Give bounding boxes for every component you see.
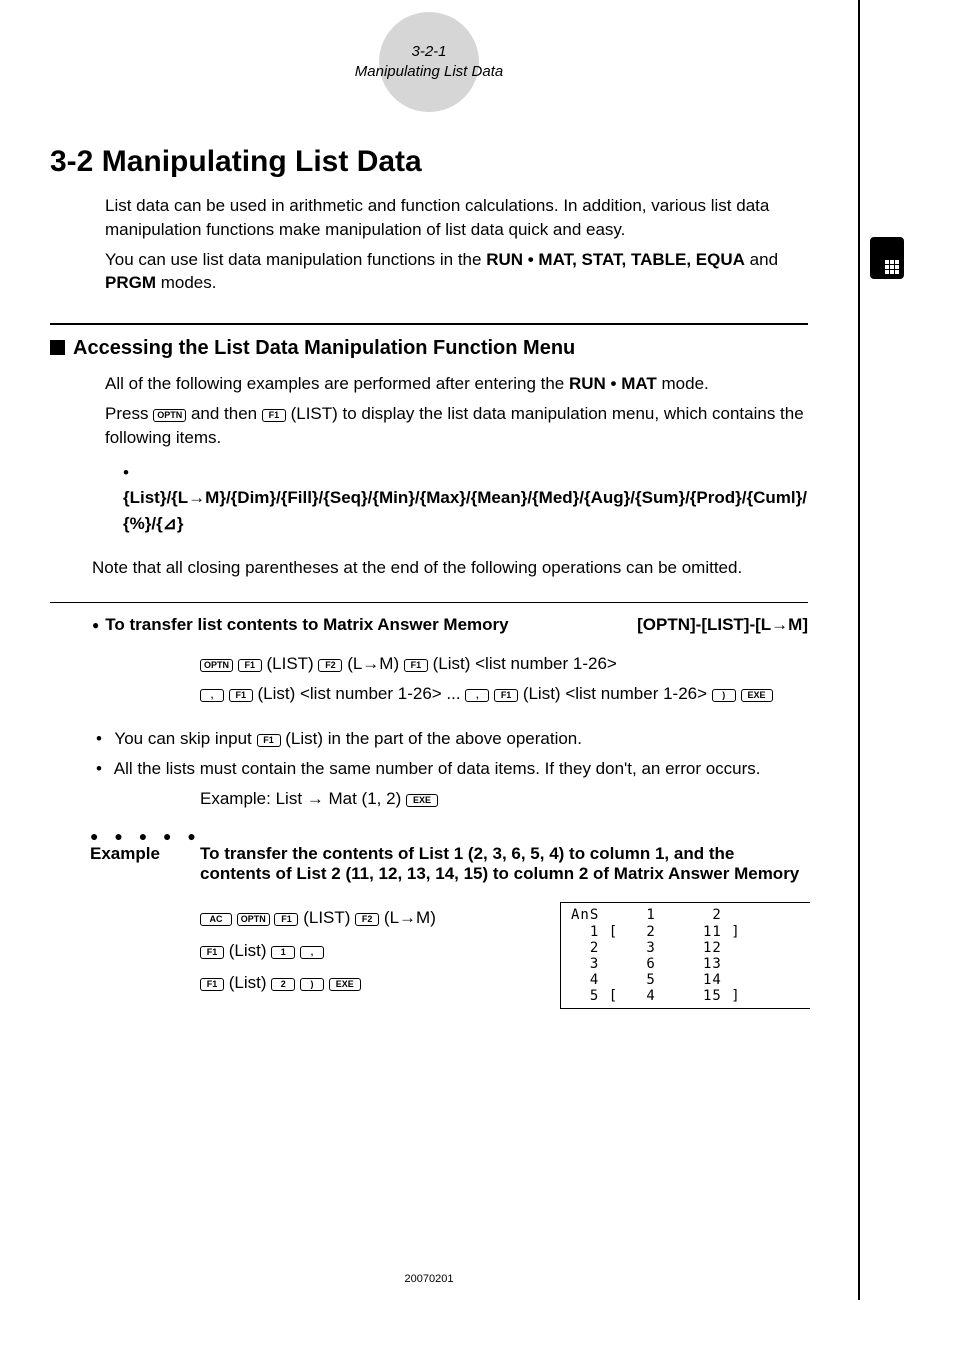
f1-key: F1: [262, 409, 286, 422]
section-p2: Press OPTN and then F1 (LIST) to display…: [105, 402, 808, 450]
comma-key: ,: [465, 689, 489, 702]
comma-key: ,: [300, 946, 324, 959]
closing-note: Note that all closing parentheses at the…: [92, 556, 808, 580]
footer-date: 20070201: [0, 1273, 858, 1285]
exe-key: EXE: [329, 978, 361, 991]
f1-key: F1: [257, 734, 281, 747]
note-item: All the lists must contain the same numb…: [110, 757, 808, 811]
close-key: ): [712, 689, 736, 702]
f2-key: F2: [355, 913, 379, 926]
intro-p2: You can use list data manipulation funct…: [105, 248, 808, 296]
section-heading: Accessing the List Data Manipulation Fun…: [50, 337, 808, 360]
one-key: 1: [271, 946, 295, 959]
two-key: 2: [271, 978, 295, 991]
f1-key: F1: [200, 978, 224, 991]
page-header: 3-2-1 Manipulating List Data: [50, 20, 808, 100]
f1-key: F1: [238, 659, 262, 672]
calculator-icon: [870, 237, 904, 279]
f1-key: F1: [274, 913, 298, 926]
calculator-screen: AnS 1 2 1 [ 2 11 ] 2 3 12 3 6 13 4 5 14 …: [560, 902, 810, 1009]
comma-key: ,: [200, 689, 224, 702]
f1-key: F1: [200, 946, 224, 959]
example-text: To transfer the contents of List 1 (2, 3…: [200, 844, 808, 884]
f1-key: F1: [404, 659, 428, 672]
close-key: ): [300, 978, 324, 991]
optn-key: OPTN: [153, 409, 186, 422]
f1-key: F1: [229, 689, 253, 702]
f1-key: F1: [494, 689, 518, 702]
section-p1: All of the following examples are perfor…: [105, 372, 808, 396]
chapter-title: 3-2 Manipulating List Data: [50, 145, 808, 179]
header-title: Manipulating List Data: [50, 62, 808, 82]
intro-p1: List data can be used in arithmetic and …: [105, 194, 808, 242]
subsection-title: To transfer list contents to Matrix Answ…: [92, 615, 509, 635]
exe-key: EXE: [406, 794, 438, 807]
divider: [50, 602, 808, 603]
subsection-path: [OPTN]-[LIST]-[L→M]: [637, 615, 808, 635]
divider: [50, 323, 808, 325]
note-item: You can skip input F1 (List) in the part…: [110, 727, 808, 751]
exe-key: EXE: [741, 689, 773, 702]
optn-key: OPTN: [237, 913, 270, 926]
menu-items-list: • {List}/{L→M}/{Dim}/{Fill}/{Seq}/{Min}/…: [123, 460, 808, 537]
ac-key: AC: [200, 913, 232, 926]
example-label: Example: [90, 844, 170, 884]
header-num: 3-2-1: [50, 42, 808, 62]
f2-key: F2: [318, 659, 342, 672]
procedure: OPTN F1 (LIST) F2 (L→M) F1 (List) <list …: [200, 649, 808, 710]
example-dots: ● ● ● ● ●: [90, 828, 808, 844]
optn-key: OPTN: [200, 659, 233, 672]
